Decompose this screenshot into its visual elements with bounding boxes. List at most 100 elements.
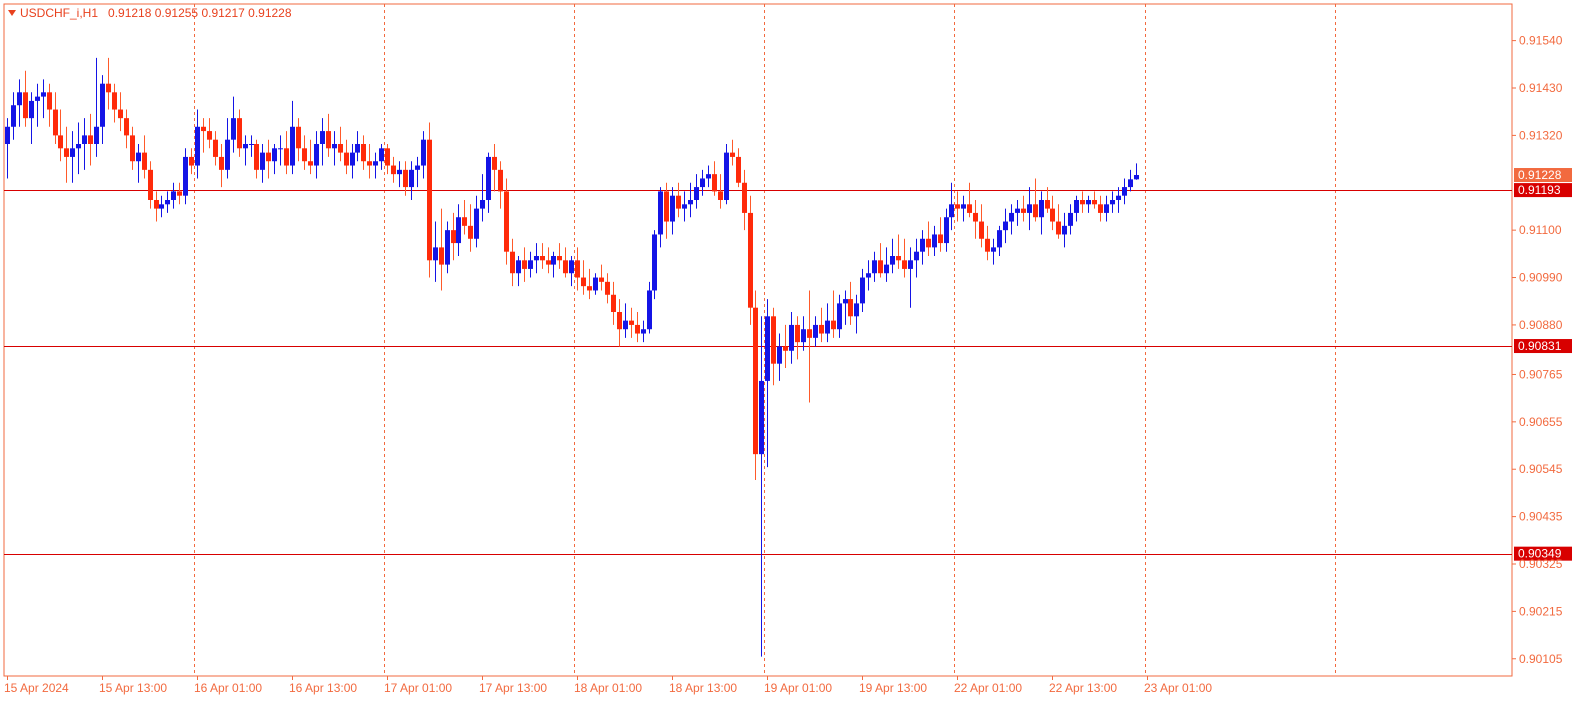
candlestick-chart[interactable]: 0.91540 0.91430 0.91320 0.912280.91193 0.911… [0, 0, 1586, 709]
candle-body [1116, 195, 1121, 200]
candle-body [272, 148, 277, 162]
candle-body [914, 251, 919, 261]
candle-body [112, 92, 117, 110]
candle-body [658, 191, 663, 235]
price-axis-label: 0.90655 [1519, 415, 1563, 429]
price-marker-label: 0.91193 [1518, 183, 1561, 197]
candle-body [213, 139, 218, 157]
candle-body [385, 148, 390, 166]
candle-body [837, 303, 842, 330]
candle-body [225, 139, 230, 170]
candle-body [260, 152, 265, 170]
candle-body [860, 277, 865, 304]
candle-body [629, 320, 634, 325]
candle-body [1062, 225, 1067, 235]
candle-body [237, 118, 242, 149]
time-axis-label: 17 Apr 13:00 [479, 681, 547, 695]
candle-body [439, 247, 444, 265]
candle-body [154, 200, 159, 209]
time-axis-label: 18 Apr 13:00 [669, 681, 737, 695]
time-axis-label: 22 Apr 01:00 [954, 681, 1022, 695]
candle-body [474, 208, 479, 239]
candle-body [694, 187, 699, 200]
candle-body [664, 191, 669, 222]
candle-body [938, 234, 943, 244]
candle-body [1104, 204, 1109, 213]
candle-body [765, 316, 770, 381]
candle-body [985, 238, 990, 252]
candle-body [41, 92, 46, 97]
time-axis-label: 22 Apr 13:00 [1049, 681, 1117, 695]
candle-body [391, 165, 396, 175]
candle-body [82, 135, 87, 144]
candle-body [635, 324, 640, 334]
time-axis-label: 19 Apr 13:00 [859, 681, 927, 695]
candle-body [759, 380, 764, 455]
candle-body [973, 212, 978, 222]
candle-body [967, 204, 972, 213]
candle-body [991, 247, 996, 252]
candle-body [177, 191, 182, 196]
candle-body [88, 135, 93, 144]
candle-body [789, 324, 794, 351]
candle-body [736, 156, 741, 183]
candle-body [266, 152, 271, 162]
candle-body [11, 105, 16, 127]
time-axis-label: 16 Apr 13:00 [289, 681, 357, 695]
candle-body [58, 135, 63, 149]
candle-body [171, 191, 176, 200]
candle-body [961, 204, 966, 209]
candle-body [575, 260, 580, 278]
candle-body [807, 329, 812, 338]
candle-body [557, 256, 562, 261]
candle-body [753, 307, 758, 455]
candle-body [896, 256, 901, 261]
candle-body [189, 156, 194, 166]
candle-body [284, 148, 289, 166]
candle-body [593, 277, 598, 291]
candle-body [528, 260, 533, 269]
candle-body [326, 131, 331, 149]
candle-body [17, 92, 22, 106]
candle-body [498, 169, 503, 192]
candle-body [373, 161, 378, 166]
candle-body [130, 135, 135, 162]
collapse-triangle-icon[interactable] [8, 10, 16, 16]
time-axis-label: 16 Apr 01:00 [194, 681, 262, 695]
candle-body [534, 256, 539, 261]
candle-body [908, 260, 913, 269]
time-axis-label: 18 Apr 01:00 [574, 681, 642, 695]
candle-body [1033, 204, 1038, 218]
candle-body [421, 139, 426, 166]
candle-body [872, 260, 877, 274]
candle-body [1134, 175, 1139, 180]
candle-body [1074, 200, 1079, 213]
price-axis-label: 0.90990 [1519, 271, 1563, 285]
chart-window[interactable]: 0.91540 0.91430 0.91320 0.91228 0.91193 0.911… [0, 0, 1586, 709]
candle-body [355, 144, 360, 153]
candle-body [706, 174, 711, 179]
candle-body [367, 161, 372, 166]
candle-body [1009, 212, 1014, 222]
candle-body [641, 329, 646, 334]
candle-body [296, 126, 301, 149]
price-axis-label: 0.90765 [1519, 367, 1563, 381]
candle-body [1068, 212, 1073, 226]
candle-body [338, 144, 343, 153]
candle-body [397, 169, 402, 175]
candle-body [278, 148, 283, 150]
price-axis-label: 0.91100 [1519, 223, 1562, 237]
candle-body [254, 144, 259, 170]
candle-body [302, 148, 307, 162]
candle-body [1039, 200, 1044, 218]
candle-body [825, 320, 830, 334]
candle-body [926, 238, 931, 248]
candle-body [124, 118, 129, 136]
candle-body [433, 247, 438, 261]
candle-body [290, 126, 295, 166]
candle-body [599, 277, 604, 282]
candle-body [183, 156, 188, 196]
candle-body [902, 260, 907, 269]
candle-body [480, 200, 485, 209]
candle-body [403, 169, 408, 188]
